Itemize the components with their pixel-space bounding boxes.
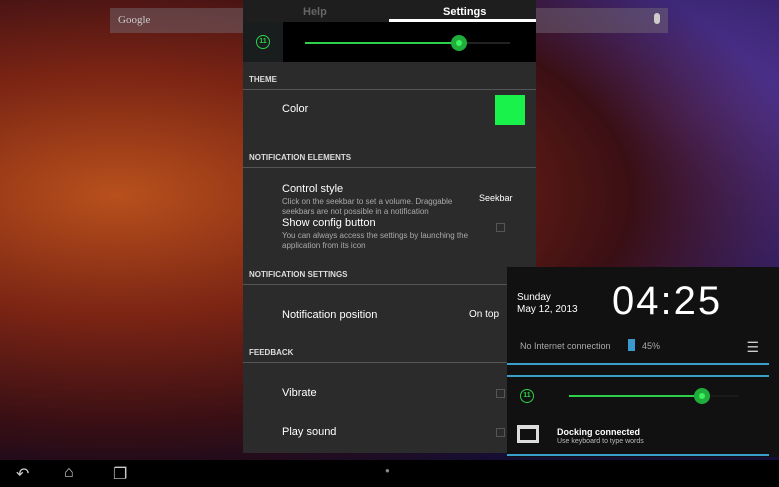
seekbar-thumb[interactable] bbox=[450, 35, 467, 51]
notification-panel: Sunday May 12, 2013 04:25 No Internet con… bbox=[507, 267, 779, 457]
control-style-title: Control style bbox=[282, 183, 344, 195]
date-label: May 12, 2013 bbox=[517, 304, 578, 315]
section-notification-elements: NOTIFICATION ELEMENTS bbox=[243, 148, 536, 168]
dot-indicator: ● bbox=[385, 466, 390, 475]
sound-label: Play sound bbox=[282, 426, 337, 438]
section-theme: THEME bbox=[243, 70, 536, 90]
back-icon[interactable]: ↶ bbox=[16, 464, 29, 484]
config-button-checkbox[interactable] bbox=[496, 223, 505, 232]
config-button-title: Show config button bbox=[282, 217, 376, 229]
config-button-desc: You can always access the settings by la… bbox=[282, 231, 469, 250]
control-style-setting[interactable]: Control style Click on the seekbar to se… bbox=[243, 168, 536, 216]
network-status: No Internet connection bbox=[520, 341, 611, 351]
navigation-bar: ↶ ⌂ ❐ ● bbox=[0, 460, 779, 487]
dock-title: Docking connected bbox=[557, 427, 641, 437]
color-swatch[interactable] bbox=[495, 95, 525, 125]
battery-icon bbox=[628, 339, 635, 351]
volume-preview: 11 bbox=[243, 22, 536, 62]
seekbar-fill bbox=[569, 395, 702, 397]
notification-volume-seekbar[interactable] bbox=[569, 388, 739, 404]
battery-percent: 45% bbox=[642, 341, 661, 351]
day-label: Sunday bbox=[517, 292, 551, 303]
app-icon: 11 bbox=[520, 389, 534, 403]
mic-icon[interactable] bbox=[654, 13, 660, 24]
seekbar-thumb[interactable] bbox=[693, 388, 710, 404]
search-placeholder: Google bbox=[118, 14, 151, 26]
vibrate-setting[interactable]: Vibrate bbox=[243, 363, 536, 401]
position-title: Notification position bbox=[282, 309, 378, 321]
tab-help[interactable]: Help bbox=[303, 6, 327, 18]
vibrate-checkbox[interactable] bbox=[496, 389, 505, 398]
sound-setting[interactable]: Play sound bbox=[243, 401, 536, 439]
divider bbox=[507, 375, 769, 377]
divider bbox=[507, 363, 769, 365]
dock-desc: Use keyboard to type words bbox=[557, 438, 644, 445]
section-notification-settings: NOTIFICATION SETTINGS bbox=[243, 265, 536, 285]
tab-settings[interactable]: Settings bbox=[443, 6, 486, 18]
volume-seekbar[interactable] bbox=[305, 35, 510, 51]
seekbar-fill bbox=[305, 42, 459, 44]
settings-panel: Help Settings 11 THEME Color NOTIFICATIO… bbox=[243, 0, 536, 453]
position-setting[interactable]: Notification position On top bbox=[243, 285, 536, 343]
control-style-dropdown[interactable]: Seekbar bbox=[479, 193, 513, 203]
position-dropdown[interactable]: On top bbox=[469, 309, 499, 320]
date: Sunday May 12, 2013 bbox=[517, 292, 578, 316]
recent-apps-icon[interactable]: ❐ bbox=[113, 464, 127, 484]
app-icon: 11 bbox=[256, 35, 270, 49]
sound-checkbox[interactable] bbox=[496, 428, 505, 437]
divider bbox=[507, 454, 769, 456]
clock: 04:25 bbox=[612, 279, 723, 323]
config-button-setting[interactable]: Show config button You can always access… bbox=[243, 213, 536, 265]
section-feedback: FEEDBACK bbox=[243, 343, 536, 363]
home-icon[interactable]: ⌂ bbox=[64, 464, 74, 482]
settings-sliders-icon[interactable]: ☰ bbox=[746, 339, 759, 356]
docking-icon bbox=[517, 425, 539, 443]
color-setting[interactable]: Color bbox=[243, 90, 536, 148]
vibrate-label: Vibrate bbox=[282, 387, 317, 399]
tab-bar: Help Settings bbox=[243, 0, 536, 22]
color-label: Color bbox=[282, 103, 309, 115]
